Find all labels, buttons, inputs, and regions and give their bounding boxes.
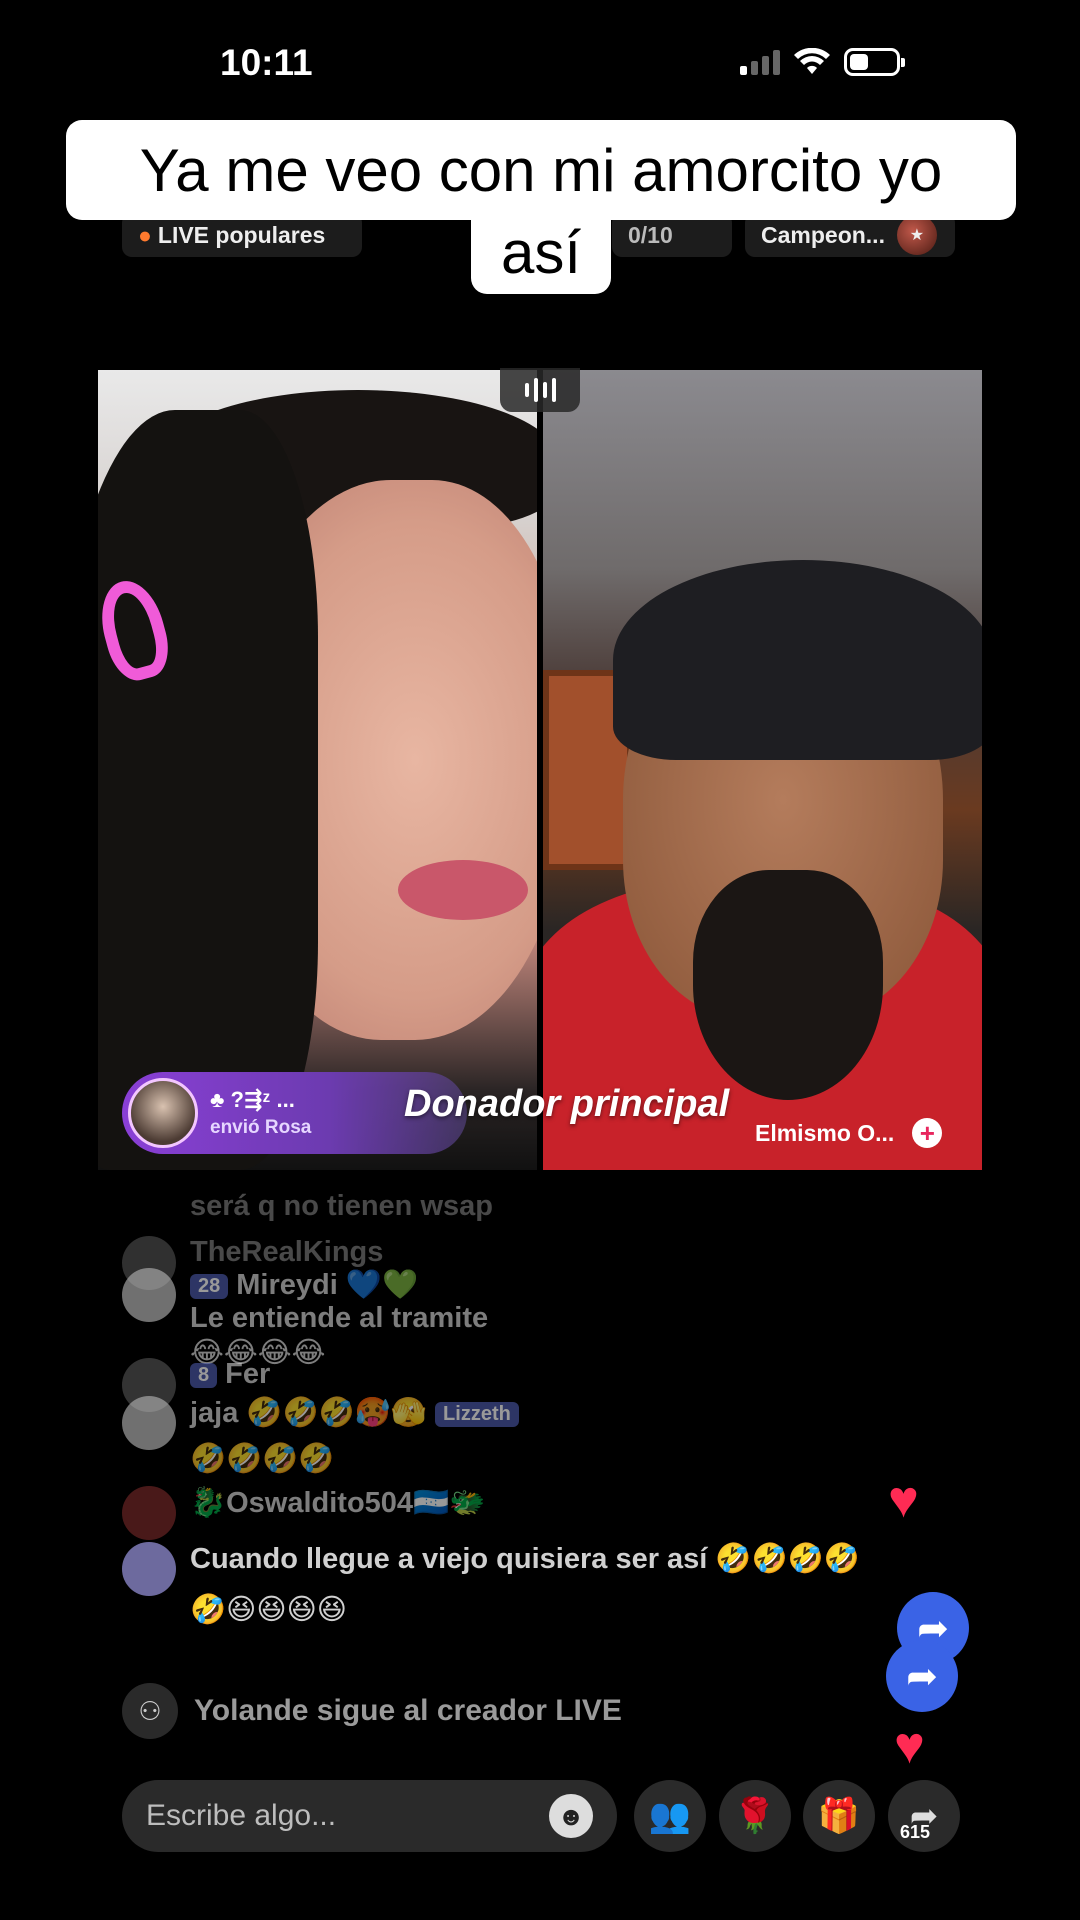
donor-name: ♣ ?⇶ᶻ ... — [210, 1087, 295, 1112]
flame-icon: ● — [138, 221, 152, 248]
chat-message: 28 Mireydi 💙💚 Le entiende al tramite 😂😂😂😂 — [122, 1268, 488, 1370]
donor-gift: envió Rosa — [210, 1117, 312, 1138]
gift-button[interactable]: 🎁 — [803, 1780, 875, 1852]
champion-label: Campeon... — [761, 221, 885, 248]
chat-message: jaja 🤣🤣🤣🥵🫣 Lizzeth 🤣🤣🤣🤣 — [122, 1396, 527, 1476]
guests-button[interactable]: 👥 — [634, 1780, 706, 1852]
level-badge: 8 — [190, 1362, 218, 1388]
heart-icon: ♥ — [888, 1471, 919, 1529]
guests-icon: 👥 — [648, 1797, 692, 1835]
ranking-count: 0/10 — [628, 221, 673, 248]
avatar[interactable] — [122, 1486, 176, 1540]
comment-placeholder: Escribe algo... — [146, 1799, 337, 1832]
live-popular-label: LIVE populares — [157, 221, 326, 248]
chat-message: será q no tienen wsap — [190, 1190, 493, 1222]
emoji-icon[interactable]: ☻ — [549, 1794, 593, 1838]
donor-avatar — [128, 1078, 198, 1148]
top-donor-label: Donador principal — [404, 1083, 730, 1125]
battery-icon — [844, 48, 905, 76]
avatar[interactable] — [122, 1396, 176, 1450]
split-handle-icon[interactable] — [500, 368, 580, 412]
host-camera[interactable] — [98, 370, 537, 1170]
wifi-icon — [794, 48, 830, 74]
opponent-name: Elmismo O... — [755, 1119, 895, 1146]
heart-icon: ♥ — [894, 1717, 925, 1775]
share-icon: ➦ — [886, 1640, 958, 1712]
chat-message: Cuando llegue a viejo quisiera ser así 🤣… — [122, 1542, 860, 1627]
gift-icon: 🎁 — [817, 1797, 861, 1835]
system-message: ⚇ Yolande sigue al creador LIVE — [122, 1683, 622, 1739]
status-time: 10:11 — [220, 42, 313, 83]
champion-badge-icon: ★ — [896, 215, 937, 255]
avatar[interactable] — [122, 1542, 176, 1596]
guest-camera[interactable] — [543, 370, 982, 1170]
comment-input[interactable]: Escribe algo... ☻ — [122, 1780, 617, 1852]
caption-line-2: así — [471, 210, 611, 294]
caption-line-1: Ya me veo con mi amorcito yo — [66, 120, 1016, 220]
rose-button[interactable]: 🌹 — [719, 1780, 791, 1852]
battle-video[interactable] — [98, 370, 982, 1170]
status-icons — [740, 48, 905, 76]
rose-icon: 🌹 — [733, 1797, 777, 1835]
share-count: 615 — [900, 1822, 931, 1842]
signal-icon — [740, 49, 780, 75]
follow-plus-icon[interactable]: + — [912, 1118, 943, 1148]
avatar[interactable] — [122, 1268, 176, 1322]
level-badge: 28 — [190, 1273, 229, 1299]
chat-message: 🐉Oswaldito504🇭🇳🐲 — [122, 1486, 485, 1540]
follow-user-icon: ⚇ — [122, 1683, 178, 1739]
opponent-tag[interactable]: Elmismo O... + — [755, 1118, 943, 1148]
